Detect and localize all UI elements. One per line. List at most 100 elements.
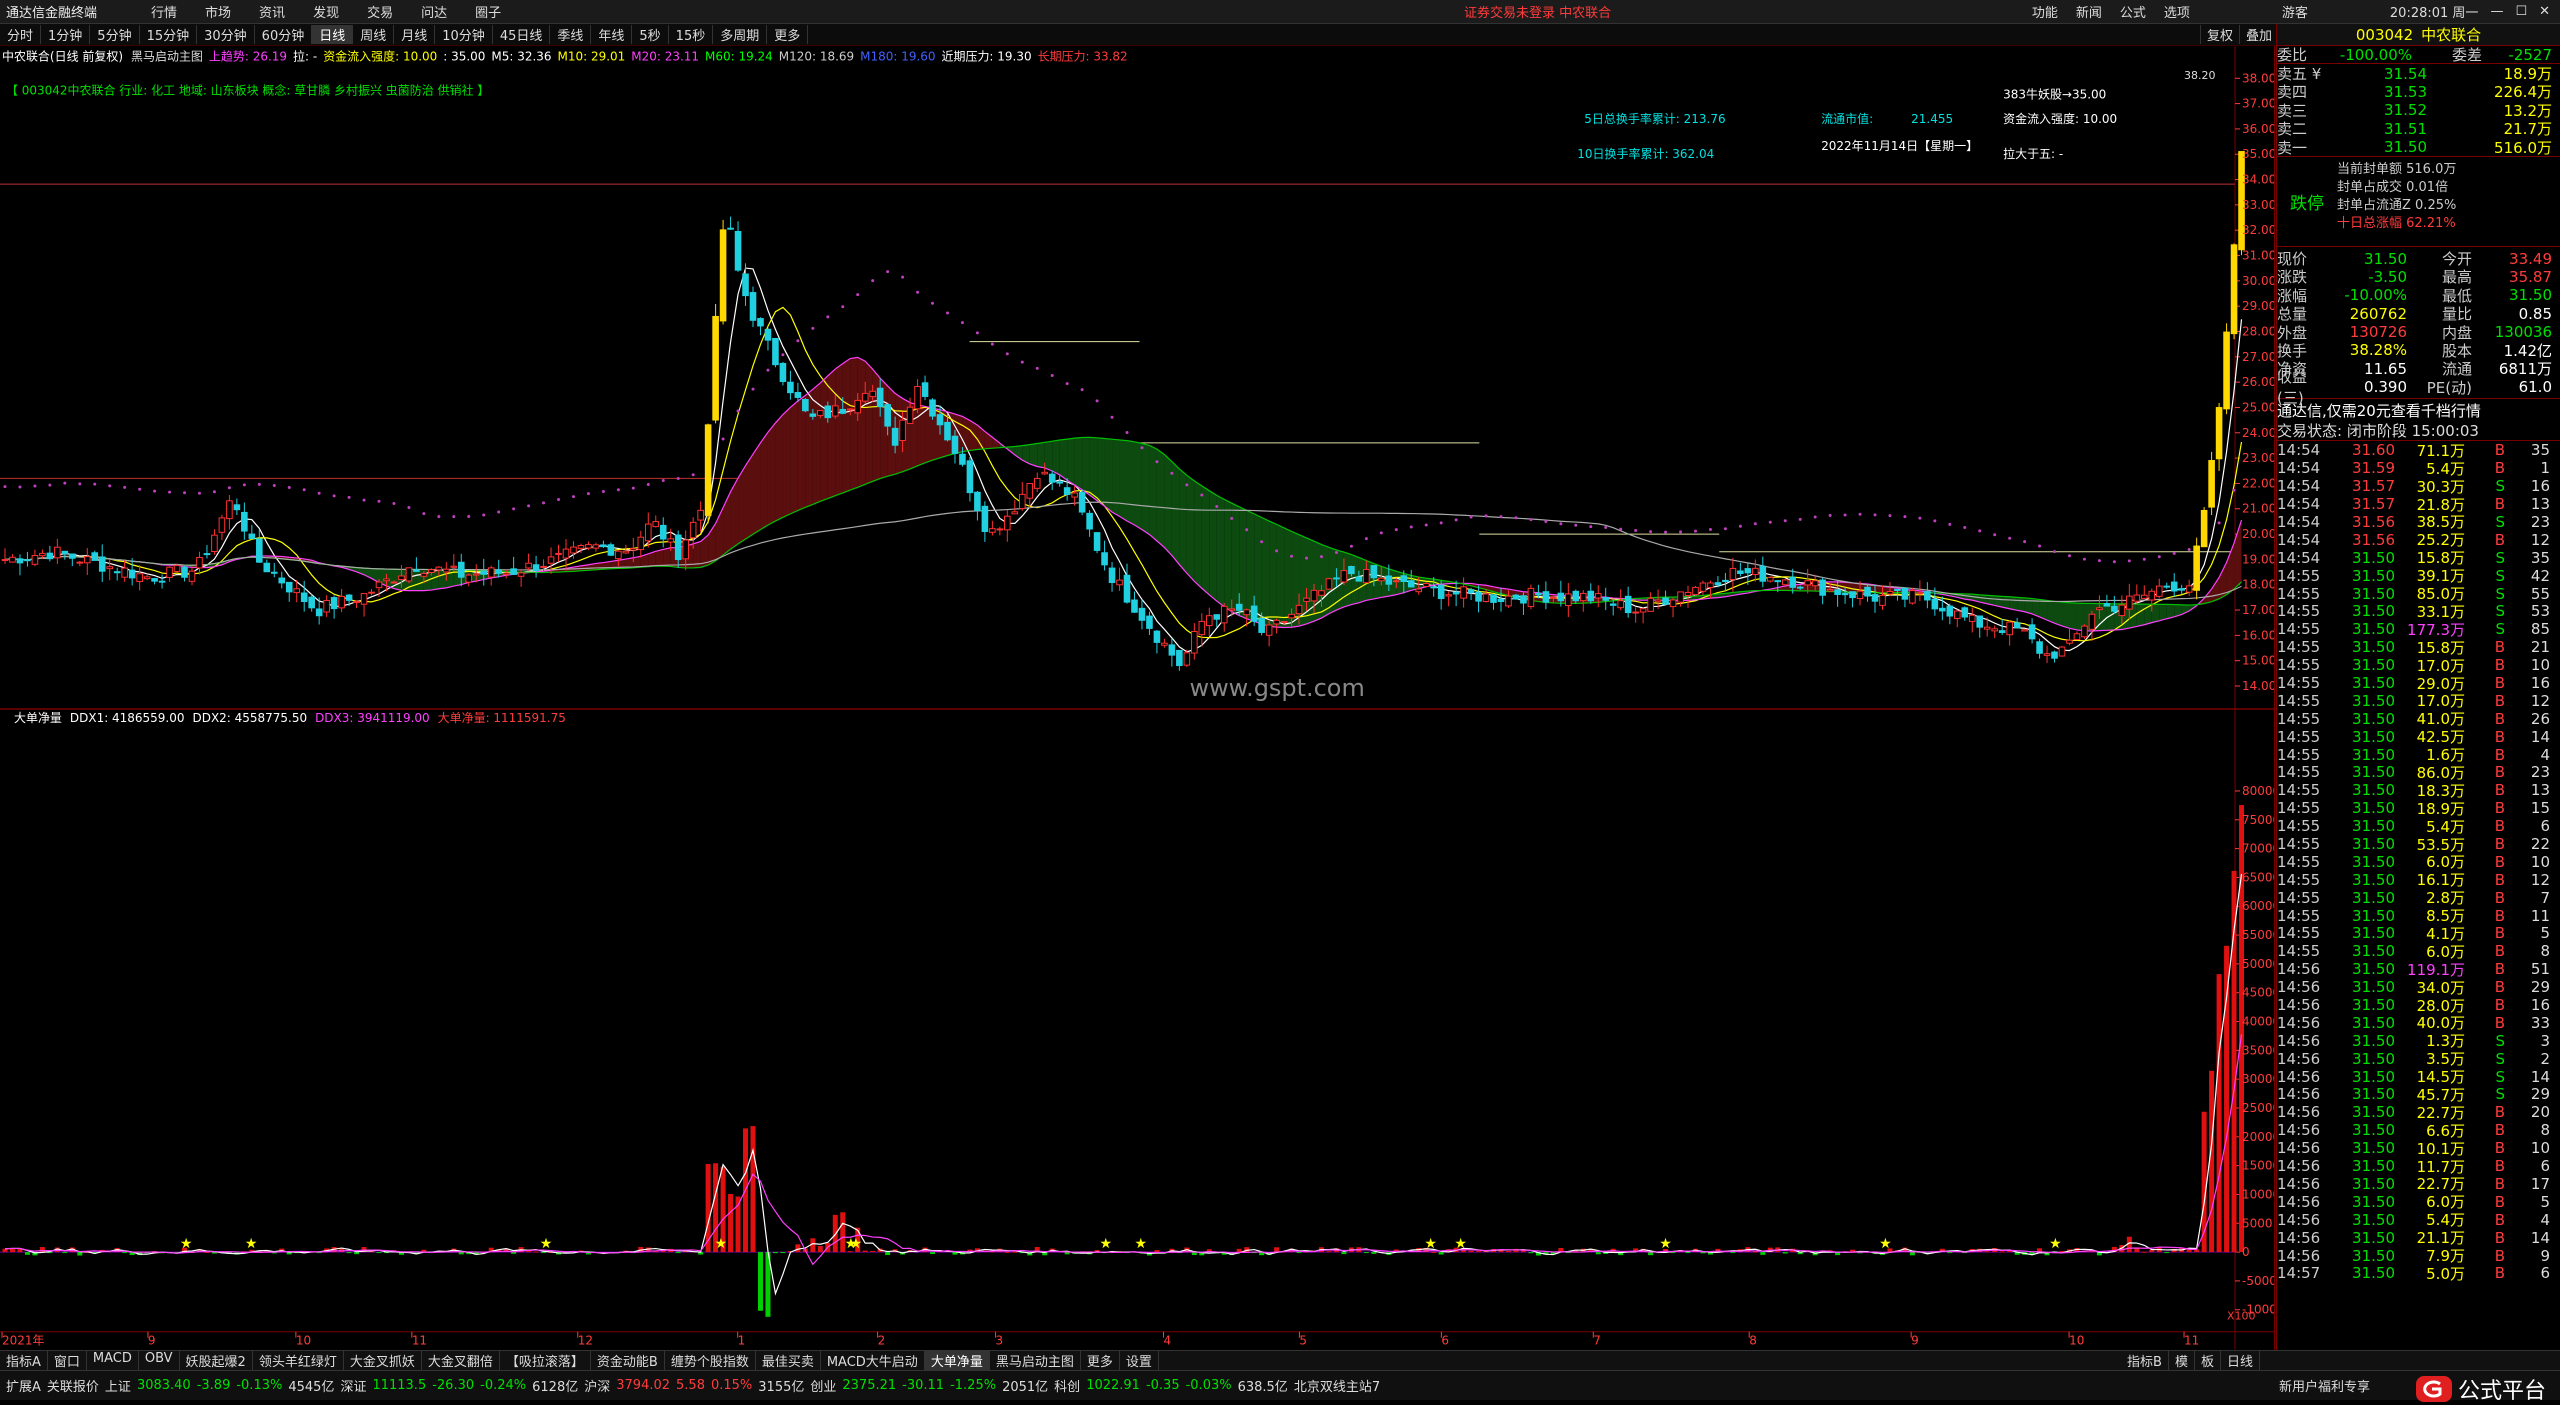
menu-item-6[interactable]: 圈子 [475,2,501,21]
xaxis-label: 2 [878,1334,886,1348]
tick-price: 31.50 [2335,1121,2395,1139]
menu-item-3[interactable]: 发现 [313,2,339,21]
user-label[interactable]: 游客 [2282,2,2308,21]
menu-item-4[interactable]: 交易 [367,2,393,21]
period-tab-14[interactable]: 15秒 [669,25,714,44]
maximize-icon[interactable]: ☐ [2515,4,2527,19]
period-tab-15[interactable]: 多周期 [713,25,767,44]
candle-body [1812,581,1818,586]
period-tab-6[interactable]: 日线 [312,25,353,44]
indicator-tab-8[interactable]: 【吸拉滚落】 [500,1351,591,1370]
period-tab-1[interactable]: 1分钟 [41,25,90,44]
period-tab-10[interactable]: 45日线 [493,25,551,44]
indicator-tab-3[interactable]: OBV [139,1351,180,1370]
indicator-tab-7[interactable]: 大金叉翻倍 [422,1351,500,1370]
period-tab-12[interactable]: 年线 [591,25,632,44]
trend-cloud-segment [1239,507,1246,619]
chart-tool-0[interactable]: 复权 [2200,25,2239,44]
period-tab-13[interactable]: 5秒 [632,25,668,44]
upper-trend-dot [123,486,126,489]
period-tab-16[interactable]: 更多 [767,25,808,44]
indicator-tab-16[interactable]: 设置 [1120,1351,1159,1370]
upper-trend-dot [2038,545,2041,548]
minimize-icon[interactable]: — [2490,4,2503,19]
volume-tick-label: 0 [2242,1245,2250,1259]
chart-tool-1[interactable]: 叠加 [2239,25,2278,44]
candle-body [885,405,891,426]
tick-time: 14:54 [2277,549,2335,567]
period-tab-2[interactable]: 5分钟 [90,25,139,44]
top-tool-1[interactable]: 新闻 [2076,2,2102,21]
close-icon[interactable]: ✕ [2539,4,2550,19]
indicator-tab-9[interactable]: 资金动能B [591,1351,665,1370]
indicator-tab-15[interactable]: 更多 [1081,1351,1120,1370]
period-tab-4[interactable]: 30分钟 [197,25,255,44]
indicator-tab-10[interactable]: 缠势个股指数 [665,1351,756,1370]
indicator-tab-11[interactable]: 最佳买卖 [756,1351,821,1370]
candle-body [1221,606,1227,623]
candle-body [1042,472,1048,474]
net-volume-bar [25,1252,30,1255]
candle-body [92,553,98,561]
tick-time: 14:54 [2277,495,2335,513]
net-volume-bar [1326,1251,1331,1252]
indicator-tab-5[interactable]: 领头羊红绿灯 [253,1351,344,1370]
indicator-tab-13[interactable]: 大单净量 [925,1351,990,1370]
menu-item-1[interactable]: 市场 [205,2,231,21]
bottom-right-tab-1[interactable]: 模 [2169,1351,2195,1370]
period-tab-7[interactable]: 周线 [353,25,394,44]
top-tool-3[interactable]: 选项 [2164,2,2190,21]
notice-link[interactable]: 通达信,仅需20元查看千档行情 [2277,399,2560,421]
candle-body [1984,627,1990,629]
bottom-right-tab-2[interactable]: 板 [2195,1351,2221,1370]
new-user-promo[interactable]: 新用户福利专享 [2279,1376,2370,1395]
menu-item-2[interactable]: 资讯 [259,2,285,21]
upper-trend-dot [2008,537,2011,540]
tick-time: 14:55 [2277,799,2335,817]
xaxis-label: 7 [1593,1334,1601,1348]
candle-body [257,539,263,562]
indicator-tab-12[interactable]: MACD大牛启动 [821,1351,925,1370]
status-item-1[interactable]: 关联报价 [47,1376,99,1395]
period-tab-8[interactable]: 月线 [394,25,435,44]
top-tool-0[interactable]: 功能 [2032,2,2058,21]
status-item-0[interactable]: 扩展A [6,1376,41,1395]
period-tab-3[interactable]: 15分钟 [140,25,198,44]
tick-row: 14:5531.505.4万B6 [2277,817,2560,835]
upper-trend-dot [796,339,799,342]
tick-time: 14:56 [2277,1211,2335,1229]
indicator-tab-14[interactable]: 黑马启动主图 [990,1351,1081,1370]
tick-time: 14:55 [2277,871,2335,889]
status-item-7: 深证 [340,1376,366,1395]
upper-trend-dot [916,291,919,294]
indicator-tab-2[interactable]: MACD [87,1351,139,1370]
candle-body [1109,568,1115,582]
indicator-tab-6[interactable]: 大金叉抓妖 [344,1351,422,1370]
period-tab-5[interactable]: 60分钟 [255,25,313,44]
period-tab-9[interactable]: 10分钟 [435,25,493,44]
net-volume-bar [1012,1252,1017,1253]
indicator-tab-1[interactable]: 窗口 [48,1351,87,1370]
upper-trend-dot [1769,521,1772,524]
upper-trend-dot [1500,515,1503,518]
menu-item-5[interactable]: 问达 [421,2,447,21]
login-warning[interactable]: 证券交易未登录 中农联合 [1464,2,1611,21]
tick-count: 22 [2505,835,2550,853]
ddx1-value: DDX1: 4186559.00 [70,711,185,725]
indicator-tab-0[interactable]: 指标A [0,1351,48,1370]
kline-chart[interactable]: 中农联合(日线 前复权)黑马启动主图上趋势: 26.19拉: -资金流入强度: … [0,46,2275,1350]
candle-body [645,524,651,541]
net-volume-value: 大单净量: 1111591.75 [438,711,566,725]
top-tool-2[interactable]: 公式 [2120,2,2146,21]
header-item-1: 拉: - [293,48,317,63]
period-tab-0[interactable]: 分时 [0,25,41,44]
bottom-right-tab-0[interactable]: 指标B [2121,1351,2169,1370]
period-tab-11[interactable]: 季线 [550,25,591,44]
bottom-right-tab-3[interactable]: 日线 [2221,1351,2260,1370]
candle-body [32,556,38,565]
tick-count: 8 [2505,942,2550,960]
menu-item-0[interactable]: 行情 [151,2,177,21]
upper-trend-dot [1874,513,1877,516]
indicator-tab-4[interactable]: 妖股起爆2 [180,1351,253,1370]
tick-side: B [2465,763,2505,781]
